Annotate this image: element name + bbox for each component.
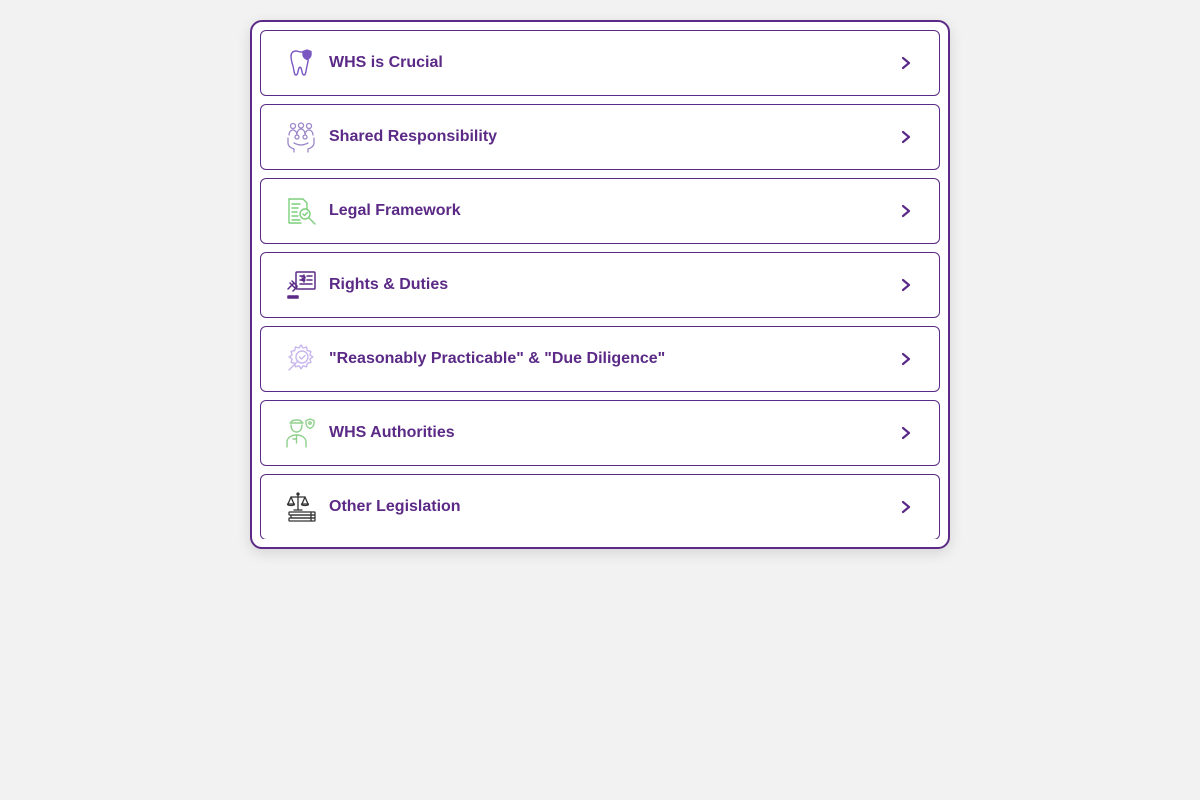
document-magnifier-icon xyxy=(285,195,317,227)
chevron-right-icon xyxy=(899,129,913,145)
officer-shield-icon xyxy=(285,417,317,449)
accordion-item-label: WHS Authorities xyxy=(329,424,455,441)
accordion-item-label: Other Legislation xyxy=(329,498,461,515)
accordion-item-legal-framework[interactable]: Legal Framework xyxy=(260,178,940,244)
chevron-right-icon xyxy=(899,351,913,367)
accordion-item-label: WHS is Crucial xyxy=(329,54,443,71)
chevron-right-icon xyxy=(899,203,913,219)
people-hands-icon xyxy=(285,121,317,153)
accordion-item-other-legislation[interactable]: Other Legislation xyxy=(260,474,940,539)
accordion-item-label: Rights & Duties xyxy=(329,276,449,293)
chevron-right-icon xyxy=(899,277,913,293)
accordion-item-label: Legal Framework xyxy=(329,202,461,219)
accordion-panel: WHS is Crucial Shared Responsibility Leg… xyxy=(250,20,950,549)
accordion-item-label: "Reasonably Practicable" & "Due Diligenc… xyxy=(329,350,666,367)
gavel-document-icon xyxy=(285,269,317,301)
accordion-item-shared-responsibility[interactable]: Shared Responsibility xyxy=(260,104,940,170)
accordion-item-rights-duties[interactable]: Rights & Duties xyxy=(260,252,940,318)
accordion-item-whs-authorities[interactable]: WHS Authorities xyxy=(260,400,940,466)
accordion-item-whs-is-crucial[interactable]: WHS is Crucial xyxy=(260,30,940,96)
gear-magnifier-icon xyxy=(285,343,317,375)
chevron-right-icon xyxy=(899,425,913,441)
scales-books-icon xyxy=(285,491,317,523)
accordion-item-reasonably-practicable[interactable]: "Reasonably Practicable" & "Due Diligenc… xyxy=(260,326,940,392)
accordion-list: WHS is Crucial Shared Responsibility Leg… xyxy=(260,30,940,539)
chevron-right-icon xyxy=(899,499,913,515)
chevron-right-icon xyxy=(899,55,913,71)
tooth-shield-icon xyxy=(285,47,317,79)
accordion-item-label: Shared Responsibility xyxy=(329,128,498,145)
